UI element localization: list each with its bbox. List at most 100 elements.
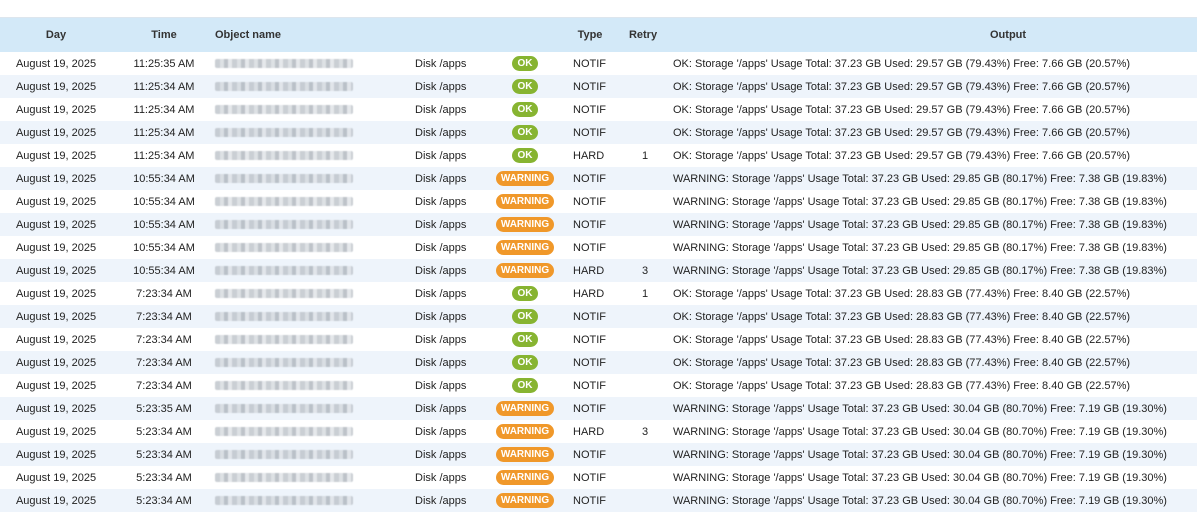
- cell-output: OK: Storage '/apps' Usage Total: 37.23 G…: [673, 374, 1193, 397]
- type-text: NOTIF: [573, 356, 606, 369]
- cell-day: August 19, 2025: [0, 420, 112, 443]
- cell-service[interactable]: Disk /apps: [415, 213, 495, 236]
- redacted-host-name: [215, 105, 353, 114]
- type-text: NOTIF: [573, 126, 606, 139]
- table-row[interactable]: August 19, 2025 10:55:34 AM Disk /apps WARN…: [0, 167, 1197, 190]
- cell-retry: [625, 52, 665, 75]
- table-row[interactable]: August 19, 2025 7:23:34 AM Disk /apps OK HAR…: [0, 282, 1197, 305]
- cell-output: WARNING: Storage '/apps' Usage Total: 37…: [673, 397, 1193, 420]
- table-row[interactable]: August 19, 2025 7:23:34 AM Disk /apps OK NOT…: [0, 374, 1197, 397]
- table-row[interactable]: August 19, 2025 5:23:35 AM Disk /apps WARNI…: [0, 397, 1197, 420]
- cell-service[interactable]: Disk /apps: [415, 305, 495, 328]
- cell-service[interactable]: Disk /apps: [415, 144, 495, 167]
- status-badge: OK: [512, 79, 538, 94]
- cell-type: HARD: [573, 282, 623, 305]
- table-row[interactable]: August 19, 2025 10:55:34 AM Disk /apps WARN…: [0, 213, 1197, 236]
- cell-object-name: [215, 282, 405, 305]
- table-row[interactable]: August 19, 2025 5:23:34 AM Disk /apps WARNI…: [0, 443, 1197, 466]
- service-name: Disk /apps: [415, 379, 467, 392]
- cell-day: August 19, 2025: [0, 236, 112, 259]
- cell-type: NOTIF: [573, 75, 623, 98]
- service-name: Disk /apps: [415, 218, 467, 231]
- column-header-object-label: Object name: [215, 29, 282, 41]
- cell-time: 5:23:34 AM: [112, 443, 216, 466]
- cell-time: 5:23:35 AM: [112, 397, 216, 420]
- cell-service[interactable]: Disk /apps: [415, 236, 495, 259]
- cell-service[interactable]: Disk /apps: [415, 190, 495, 213]
- column-header-time[interactable]: Time: [112, 18, 216, 52]
- cell-day: August 19, 2025: [0, 75, 112, 98]
- cell-service[interactable]: Disk /apps: [415, 420, 495, 443]
- status-badge: OK: [512, 332, 538, 347]
- status-badge: WARNING: [496, 447, 554, 462]
- cell-service[interactable]: Disk /apps: [415, 351, 495, 374]
- output-text: OK: Storage '/apps' Usage Total: 37.23 G…: [673, 287, 1131, 300]
- table-row[interactable]: August 19, 2025 5:23:34 AM Disk /apps WARNI…: [0, 420, 1197, 443]
- table-row[interactable]: August 19, 2025 11:25:34 AM Disk /apps OK NO…: [0, 121, 1197, 144]
- type-text: NOTIF: [573, 241, 606, 254]
- cell-service[interactable]: Disk /apps: [415, 397, 495, 420]
- cell-type: NOTIF: [573, 305, 623, 328]
- status-badge: OK: [512, 355, 538, 370]
- column-header-output[interactable]: Output: [673, 18, 1197, 52]
- table-row[interactable]: August 19, 2025 7:23:34 AM Disk /apps OK NOT…: [0, 305, 1197, 328]
- retry-text: 3: [641, 264, 649, 277]
- type-text: NOTIF: [573, 195, 606, 208]
- time-text: 5:23:35 AM: [136, 402, 192, 415]
- service-name: Disk /apps: [415, 310, 467, 323]
- cell-service[interactable]: Disk /apps: [415, 52, 495, 75]
- type-text: NOTIF: [573, 471, 606, 484]
- table-row[interactable]: August 19, 2025 10:55:34 AM Disk /apps WARN…: [0, 190, 1197, 213]
- table-row[interactable]: August 19, 2025 11:25:34 AM Disk /apps OK NO…: [0, 75, 1197, 98]
- column-header-retry[interactable]: Retry: [621, 18, 665, 52]
- cell-day: August 19, 2025: [0, 144, 112, 167]
- cell-object-name: [215, 305, 405, 328]
- column-header-object-name[interactable]: Object name: [215, 18, 405, 52]
- table-row[interactable]: August 19, 2025 11:25:35 AM Disk /apps OK NO…: [0, 52, 1197, 75]
- cell-object-name: [215, 489, 405, 512]
- cell-day: August 19, 2025: [0, 282, 112, 305]
- cell-service[interactable]: Disk /apps: [415, 374, 495, 397]
- time-text: 5:23:34 AM: [136, 471, 192, 484]
- cell-object-name: [215, 328, 405, 351]
- output-text: OK: Storage '/apps' Usage Total: 37.23 G…: [673, 379, 1131, 392]
- time-text: 5:23:34 AM: [136, 425, 192, 438]
- redacted-host-name: [215, 220, 353, 229]
- cell-service[interactable]: Disk /apps: [415, 328, 495, 351]
- cell-service[interactable]: Disk /apps: [415, 167, 495, 190]
- cell-service[interactable]: Disk /apps: [415, 282, 495, 305]
- day-text: August 19, 2025: [15, 310, 97, 323]
- table-row[interactable]: August 19, 2025 10:55:34 AM Disk /apps WARN…: [0, 236, 1197, 259]
- table-row[interactable]: August 19, 2025 11:25:34 AM Disk /apps OK NO…: [0, 98, 1197, 121]
- cell-type: NOTIF: [573, 328, 623, 351]
- cell-service[interactable]: Disk /apps: [415, 489, 495, 512]
- cell-service[interactable]: Disk /apps: [415, 443, 495, 466]
- output-text: WARNING: Storage '/apps' Usage Total: 37…: [673, 402, 1167, 415]
- table-row[interactable]: August 19, 2025 10:55:34 AM Disk /apps WARN…: [0, 259, 1197, 282]
- column-header-day[interactable]: Day: [0, 18, 112, 52]
- table-row[interactable]: August 19, 2025 5:23:34 AM Disk /apps WARNI…: [0, 489, 1197, 512]
- cell-status: WARNING: [494, 466, 556, 489]
- cell-output: WARNING: Storage '/apps' Usage Total: 37…: [673, 236, 1193, 259]
- status-badge: OK: [512, 56, 538, 71]
- table-row[interactable]: August 19, 2025 5:23:34 AM Disk /apps WARNI…: [0, 466, 1197, 489]
- cell-type: HARD: [573, 259, 623, 282]
- cell-type: NOTIF: [573, 489, 623, 512]
- cell-service[interactable]: Disk /apps: [415, 259, 495, 282]
- cell-retry: [625, 236, 665, 259]
- cell-service[interactable]: Disk /apps: [415, 98, 495, 121]
- table-row[interactable]: August 19, 2025 7:23:34 AM Disk /apps OK NOT…: [0, 328, 1197, 351]
- cell-service[interactable]: Disk /apps: [415, 121, 495, 144]
- cell-day: August 19, 2025: [0, 328, 112, 351]
- table-row[interactable]: August 19, 2025 11:25:34 AM Disk /apps OK HA…: [0, 144, 1197, 167]
- column-header-retry-label: Retry: [628, 29, 658, 41]
- cell-service[interactable]: Disk /apps: [415, 75, 495, 98]
- cell-day: August 19, 2025: [0, 259, 112, 282]
- cell-service[interactable]: Disk /apps: [415, 466, 495, 489]
- time-text: 10:55:34 AM: [133, 172, 195, 185]
- type-text: HARD: [573, 425, 605, 438]
- type-text: NOTIF: [573, 448, 606, 461]
- status-badge: OK: [512, 125, 538, 140]
- table-row[interactable]: August 19, 2025 7:23:34 AM Disk /apps OK NOT…: [0, 351, 1197, 374]
- column-header-type[interactable]: Type: [562, 18, 618, 52]
